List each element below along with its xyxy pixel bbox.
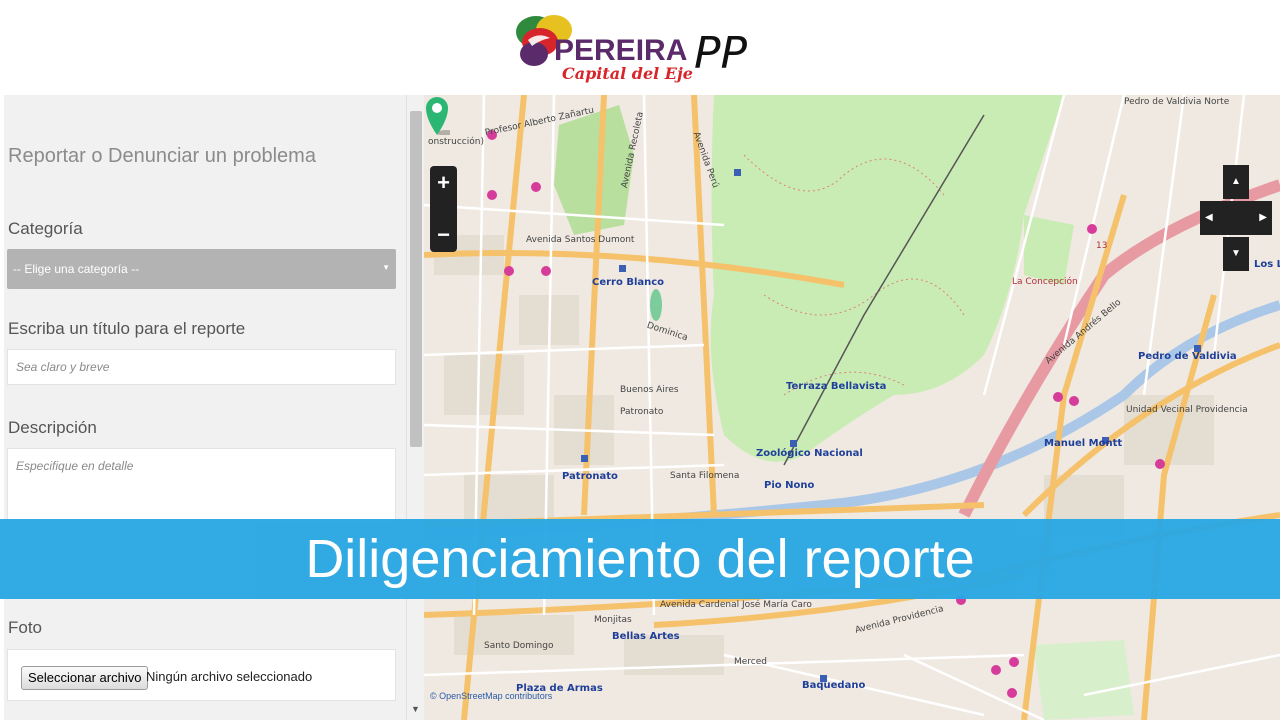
zoom-in-button[interactable]: + [430, 168, 457, 198]
pan-down-button[interactable]: ▼ [1223, 237, 1249, 271]
map-label: onstrucción) [428, 137, 484, 147]
map-label: Santa Filomena [670, 471, 740, 481]
logo-wordmark: PEREIRA [554, 34, 688, 67]
category-label: Categoría [8, 219, 83, 238]
map-attribution[interactable]: © OpenStreetMap contributors [430, 691, 552, 701]
map-label: Santo Domingo [484, 641, 554, 651]
logo-tagline: Capital del Eje [562, 64, 693, 83]
pan-horizontal: ◀ ▶ [1200, 201, 1272, 235]
map-label-pedro-valdivia: Pedro de Valdivia [1138, 351, 1237, 362]
pan-control: ▲ ◀ ▶ ▼ [1200, 165, 1272, 273]
screen: PEREIRA Capital del Eje PP Reportar o De… [0, 0, 1280, 720]
map-label-manuel-montt: Manuel Montt [1044, 438, 1123, 449]
map-label: Monjitas [594, 615, 632, 625]
description-label: Descripción [8, 418, 97, 437]
photo-file-input: Seleccionar archivo Ningún archivo selec… [7, 649, 396, 701]
pan-left-button[interactable]: ◀ [1205, 201, 1213, 235]
photo-label: Foto [8, 618, 43, 637]
report-form-panel: Reportar o Denunciar un problema Categor… [4, 95, 424, 720]
file-status-text: Ningún archivo seleccionado [146, 669, 313, 684]
map-label: Merced [734, 657, 768, 667]
description-textarea[interactable]: Especifique en detalle [7, 448, 396, 524]
map-label-bellas-artes: Bellas Artes [612, 631, 680, 642]
chevron-down-icon: ▼ [382, 263, 390, 272]
scrollbar-thumb[interactable] [410, 111, 422, 447]
report-title-placeholder: Sea claro y breve [16, 360, 110, 374]
report-title-input[interactable]: Sea claro y breve [7, 349, 396, 385]
location-marker-icon[interactable] [424, 95, 450, 135]
map-label: Avenida Cardenal José María Caro [660, 600, 812, 610]
map-label: Avenida Santos Dumont [526, 235, 635, 245]
map-label: Buenos Aires [620, 385, 679, 395]
map-view[interactable]: onstrucción) Profesor Alberto Zañartu Ce… [424, 95, 1280, 720]
zoom-control: + − [430, 166, 457, 252]
map-label-pio-nono: Pio Nono [764, 480, 815, 491]
map-label-zoologico: Zoológico Nacional [756, 448, 863, 459]
map-label-cerro-blanco: Cerro Blanco [592, 277, 665, 288]
description-placeholder: Especifique en detalle [16, 459, 134, 473]
pan-right-button[interactable]: ▶ [1259, 201, 1267, 235]
map-label-patronato-station: Patronato [562, 471, 618, 482]
map-label-baquedano: Baquedano [802, 680, 866, 691]
map-label: Patronato [620, 407, 664, 417]
map-label-route: 13 [1096, 241, 1108, 251]
map-label-la-concepcion: La Concepción [1012, 277, 1078, 287]
caption-banner-text: Diligenciamiento del reporte [305, 529, 975, 589]
header: PEREIRA Capital del Eje PP [0, 0, 1280, 95]
scroll-down-arrow-icon[interactable]: ▼ [411, 704, 420, 714]
form-title: Reportar o Denunciar un problema [8, 145, 316, 167]
pereira-pp-logo[interactable]: PEREIRA Capital del Eje PP [510, 8, 780, 88]
category-select-value: -- Elige una categoría -- [13, 262, 140, 276]
map-label-terraza: Terraza Bellavista [786, 381, 887, 392]
logo-suffix: PP [694, 28, 748, 79]
map-label: Unidad Vecinal Providencia [1126, 405, 1248, 415]
report-title-label: Escriba un título para el reporte [8, 319, 246, 338]
zoom-out-button[interactable]: − [430, 220, 457, 250]
map-label: Pedro de Valdivia Norte [1124, 97, 1230, 107]
category-select[interactable]: -- Elige una categoría -- ▼ [7, 249, 396, 289]
select-file-button[interactable]: Seleccionar archivo [21, 666, 149, 690]
form-scrollbar[interactable]: ▼ [406, 95, 424, 720]
pan-up-button[interactable]: ▲ [1223, 165, 1249, 199]
caption-banner: Diligenciamiento del reporte [0, 519, 1280, 599]
